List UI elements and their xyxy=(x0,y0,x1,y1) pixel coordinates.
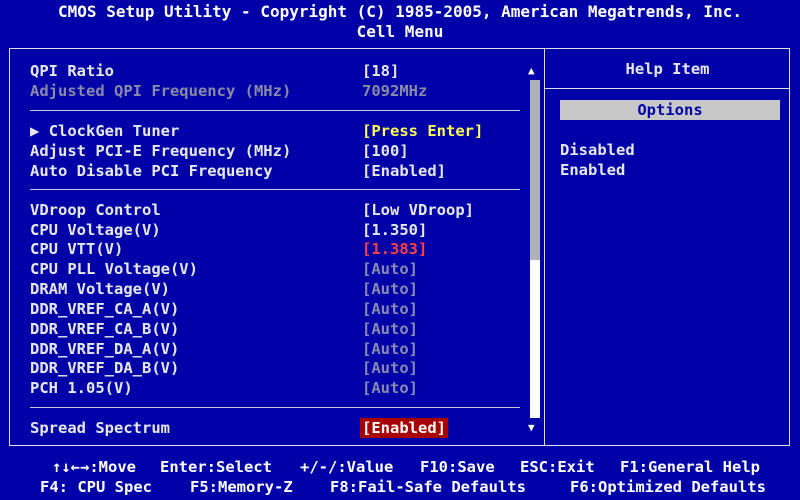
footer-select: Enter:Select xyxy=(160,458,272,476)
scrollbar-thumb[interactable] xyxy=(530,260,540,418)
setting-value[interactable]: [Auto] xyxy=(362,259,418,279)
setting-label: Adjusted QPI Frequency (MHz) xyxy=(30,82,292,100)
footer-exit: ESC:Exit xyxy=(520,458,595,476)
setting-label: VDroop Control xyxy=(30,201,161,219)
options-header: Options xyxy=(560,100,780,120)
setting-cpu-pll-voltage[interactable]: CPU PLL Voltage(V) [Auto] xyxy=(30,259,530,279)
submenu-arrow-icon: ▶ xyxy=(30,122,40,140)
setting-value[interactable]: [Auto] xyxy=(362,339,418,359)
section-divider xyxy=(30,110,520,111)
setting-label: Adjust PCI-E Frequency (MHz) xyxy=(30,142,292,160)
menu-title: Cell Menu xyxy=(356,22,444,41)
setting-qpi-ratio[interactable]: QPI Ratio [18] xyxy=(30,61,530,81)
setting-label: Auto Disable PCI Frequency xyxy=(30,162,273,180)
setting-value[interactable]: [Auto] xyxy=(362,279,418,299)
utility-title: CMOS Setup Utility - Copyright (C) 1985-… xyxy=(58,2,742,21)
setting-adjusted-qpi: Adjusted QPI Frequency (MHz) 7092MHz xyxy=(30,81,530,101)
setting-value[interactable]: [18] xyxy=(362,61,399,81)
setting-cpu-voltage[interactable]: CPU Voltage(V) [1.350] xyxy=(30,220,530,240)
setting-label: CPU PLL Voltage(V) xyxy=(30,260,198,278)
setting-value[interactable]: [Auto] xyxy=(362,319,418,339)
setting-label: ClockGen Tuner xyxy=(48,122,180,140)
setting-ddr-vref-ca-b[interactable]: DDR_VREF_CA_B(V) [Auto] xyxy=(30,319,530,339)
setting-label: DRAM Voltage(V) xyxy=(30,280,170,298)
scrollbar-track[interactable] xyxy=(530,80,540,260)
footer-failsafe: F8:Fail-Safe Defaults xyxy=(330,478,526,496)
setting-value[interactable]: [Auto] xyxy=(362,378,418,398)
footer-cpu-spec: F4: CPU Spec xyxy=(40,478,152,496)
help-title: Help Item xyxy=(625,60,710,78)
footer-move: ↑↓←→:Move xyxy=(52,458,136,476)
setting-label: Spread Spectrum xyxy=(30,419,170,437)
setting-value[interactable]: [Press Enter] xyxy=(362,121,483,141)
panel-divider xyxy=(544,48,545,446)
setting-ddr-vref-da-b[interactable]: DDR_VREF_DA_B(V) [Auto] xyxy=(30,358,530,378)
setting-value[interactable]: [Low VDroop] xyxy=(362,200,474,220)
setting-label: DDR_VREF_CA_A(V) xyxy=(30,300,180,318)
setting-value[interactable]: [Auto] xyxy=(362,299,418,319)
setting-label: CPU Voltage(V) xyxy=(30,221,161,239)
option-item: Disabled xyxy=(560,141,635,159)
setting-clockgen-tuner[interactable]: ▶ ClockGen Tuner [Press Enter] xyxy=(30,121,530,141)
help-divider xyxy=(545,88,790,89)
setting-value-selected[interactable]: [Enabled] xyxy=(360,418,448,438)
setting-pch-voltage[interactable]: PCH 1.05(V) [Auto] xyxy=(30,378,530,398)
setting-value[interactable]: [100] xyxy=(362,141,409,161)
setting-cpu-vtt[interactable]: CPU VTT(V) [1.383] xyxy=(30,239,530,259)
footer-save: F10:Save xyxy=(420,458,495,476)
setting-vdroop-control[interactable]: VDroop Control [Low VDroop] xyxy=(30,200,530,220)
footer-optimized: F6:Optimized Defaults xyxy=(570,478,766,496)
setting-dram-voltage[interactable]: DRAM Voltage(V) [Auto] xyxy=(30,279,530,299)
section-divider xyxy=(30,189,520,190)
scroll-up-arrow-icon[interactable]: ▲ xyxy=(528,64,535,77)
scroll-down-arrow-icon[interactable]: ▼ xyxy=(528,421,535,434)
setting-value[interactable]: [Enabled] xyxy=(362,161,446,181)
setting-label: DDR_VREF_DA_A(V) xyxy=(30,340,180,358)
setting-value[interactable]: [Auto] xyxy=(362,358,418,378)
setting-label: DDR_VREF_CA_B(V) xyxy=(30,320,180,338)
section-divider xyxy=(30,407,520,408)
footer-value: +/-/:Value xyxy=(300,458,394,476)
setting-ddr-vref-da-a[interactable]: DDR_VREF_DA_A(V) [Auto] xyxy=(30,339,530,359)
setting-value[interactable]: [1.350] xyxy=(362,220,427,240)
footer-general-help: F1:General Help xyxy=(620,458,760,476)
setting-label: DDR_VREF_DA_B(V) xyxy=(30,359,180,377)
setting-pcie-frequency[interactable]: Adjust PCI-E Frequency (MHz) [100] xyxy=(30,141,530,161)
setting-label: CPU VTT(V) xyxy=(30,240,124,258)
setting-auto-disable-pci[interactable]: Auto Disable PCI Frequency [Enabled] xyxy=(30,161,530,181)
footer-memory-z: F5:Memory-Z xyxy=(190,478,293,496)
setting-label: QPI Ratio xyxy=(30,62,114,80)
setting-value: 7092MHz xyxy=(362,82,428,100)
option-item: Enabled xyxy=(560,161,626,179)
setting-spread-spectrum[interactable]: Spread Spectrum [Enabled] xyxy=(30,418,530,438)
setting-label: PCH 1.05(V) xyxy=(30,379,133,397)
setting-value[interactable]: [1.383] xyxy=(362,239,427,259)
setting-ddr-vref-ca-a[interactable]: DDR_VREF_CA_A(V) [Auto] xyxy=(30,299,530,319)
